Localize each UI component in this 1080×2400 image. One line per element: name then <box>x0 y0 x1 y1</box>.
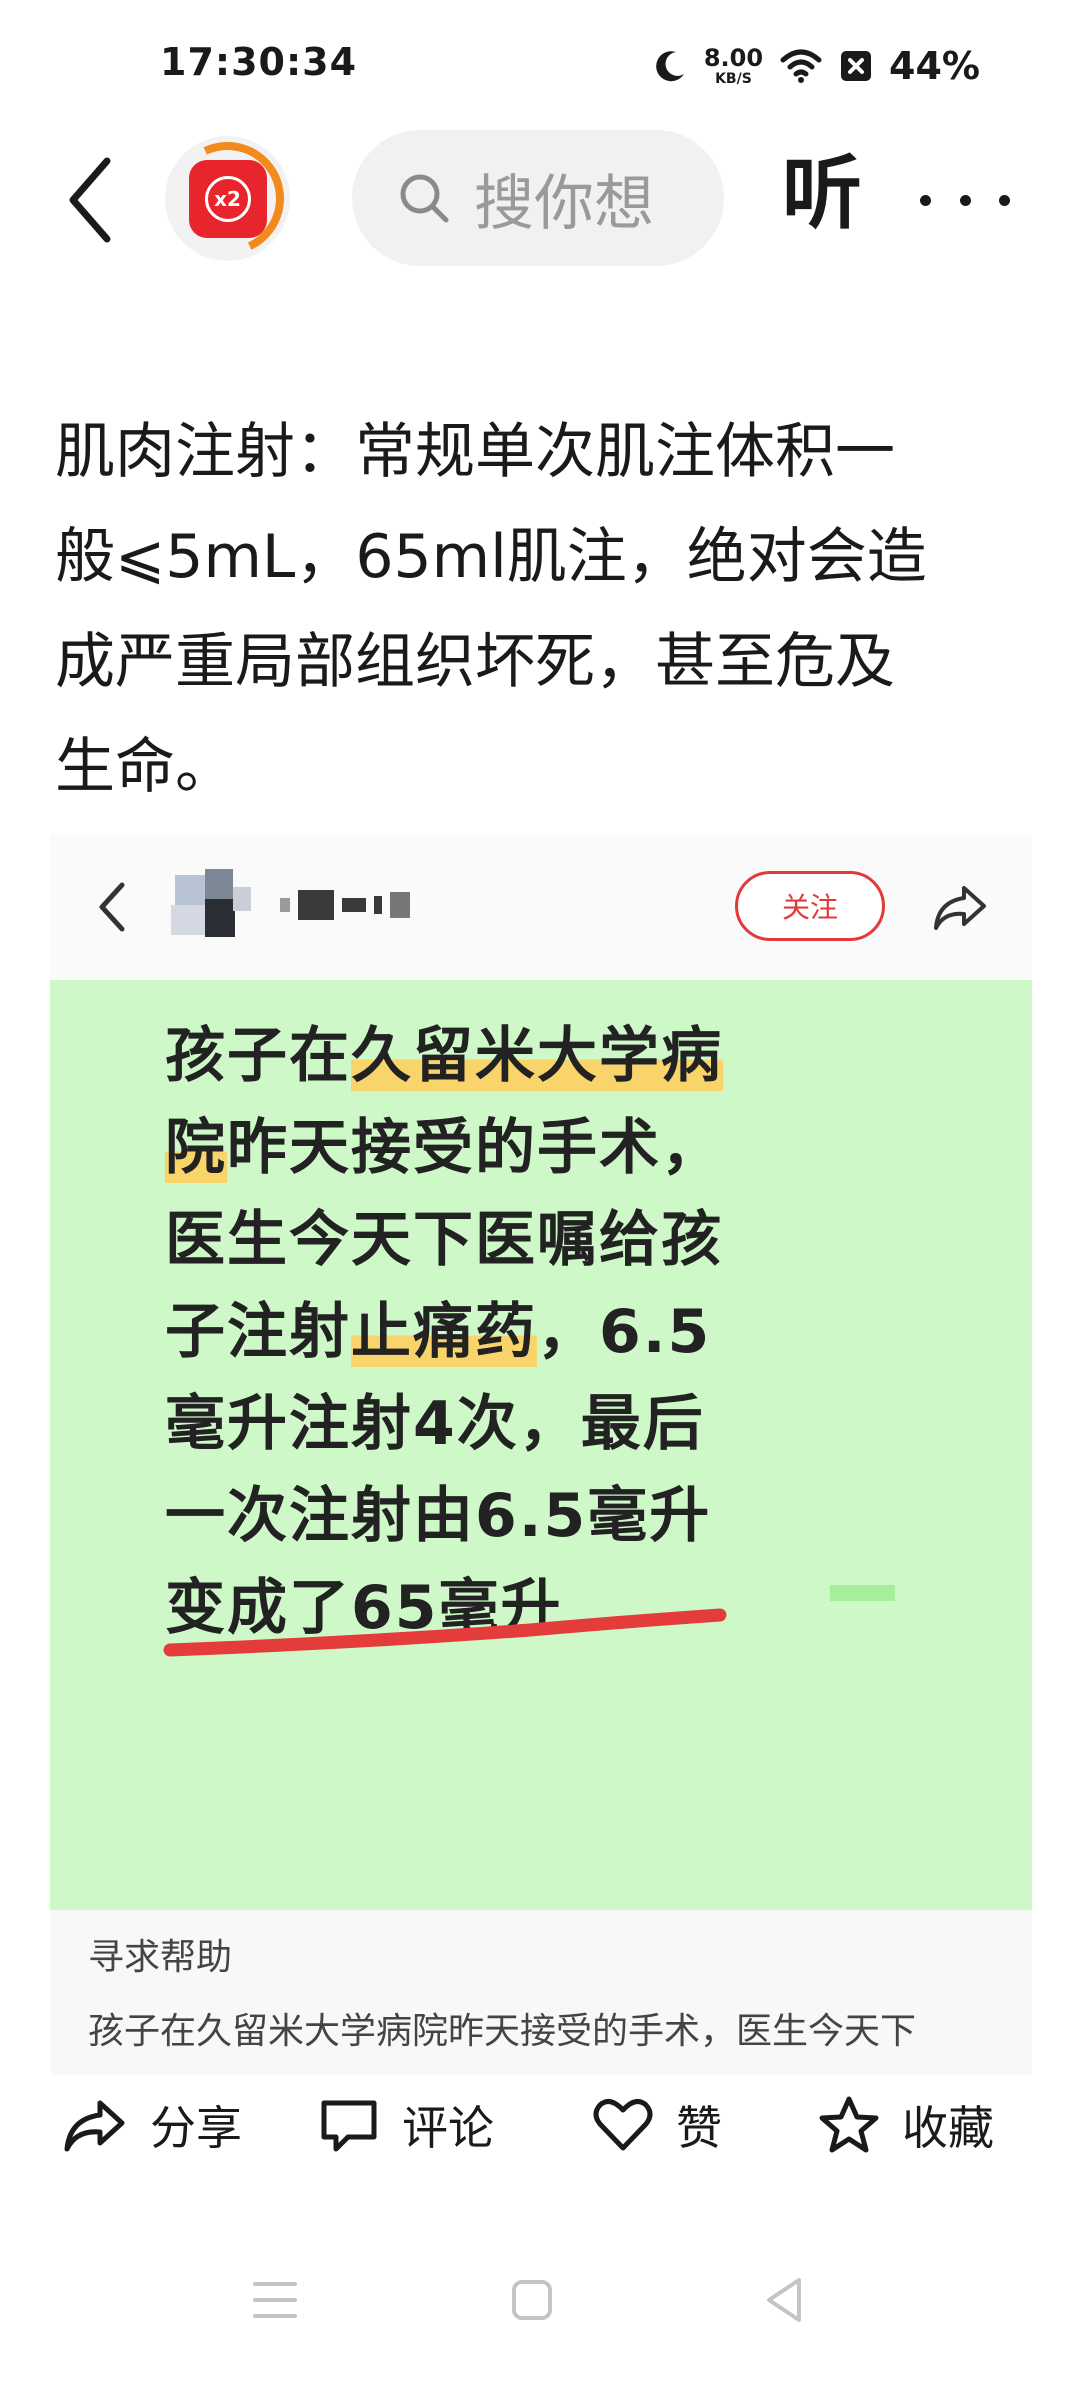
moon-icon <box>655 51 684 82</box>
share-button[interactable]: 分享 <box>62 2085 242 2165</box>
post-content: 孩子在久留米大学病 院昨天接受的手术， 医生今天下医嘱给孩 子注射止痛药，6.5… <box>50 980 1032 1910</box>
more-dot <box>999 194 1010 206</box>
highlighted-text: 久留米大学病 <box>351 1021 723 1091</box>
chevron-left-icon <box>69 157 111 243</box>
post-preview: 孩子在久留米大学病院昨天接受的手术，医生今天下 <box>88 2011 917 2052</box>
article-line: 生命。 <box>55 732 235 802</box>
top-nav: x2 搜你想 听 <box>0 126 1080 271</box>
post-line: 院昨天接受的手术， <box>165 1113 723 1183</box>
listen-button[interactable]: 听 <box>782 154 862 234</box>
status-icons: 8.00 KB/S 44% <box>652 36 980 96</box>
article-line: 肌肉注射：常规单次肌注体积一 <box>55 417 895 487</box>
green-mark <box>830 1585 895 1601</box>
follow-button: 关注 <box>735 871 885 941</box>
comment-label: 评论 <box>402 2101 494 2155</box>
article-line: 成严重局部组织坏死，甚至危及 <box>55 627 895 697</box>
highlighted-text: 院 <box>165 1113 227 1183</box>
menu-icon[interactable] <box>245 2270 305 2330</box>
home-icon[interactable] <box>502 2270 562 2330</box>
more-button[interactable] <box>920 170 1010 230</box>
status-bar: 17:30:34 8.00 KB/S 44% <box>0 0 1080 130</box>
network-speed: 8.00 KB/S <box>703 44 764 87</box>
blurred-avatar <box>165 865 255 945</box>
article-body: 肌肉注射：常规单次肌注体积一 般⩽5mL，65ml肌注，绝对会造 成严重局部组织… <box>55 400 1035 820</box>
star-icon <box>819 2096 879 2153</box>
more-dot <box>920 194 931 206</box>
like-button[interactable]: 赞 <box>592 2085 722 2165</box>
sim-off-icon <box>841 51 872 81</box>
post-text: 孩子在久留米大学病 院昨天接受的手术， 医生今天下医嘱给孩 子注射止痛药，6.5… <box>165 1010 885 1654</box>
embed-back-icon <box>99 882 125 932</box>
post-line: 医生今天下医嘱给孩 <box>165 1205 723 1275</box>
highlighted-text: 止痛药 <box>351 1297 537 1367</box>
post-line: 毫升注射4次，最后 <box>165 1389 705 1459</box>
battery-level: 44% <box>889 44 980 88</box>
embedded-screenshot[interactable]: 关注 孩子在久留米大学病 院昨天接受的手术， 医生今天下医嘱给孩 子注射止痛药，… <box>50 835 1032 2075</box>
article-line: 般⩽5mL，65ml肌注，绝对会造 <box>55 522 927 592</box>
search-icon <box>400 174 449 223</box>
post-line: 孩子在久留米大学病 <box>165 1021 723 1091</box>
comment-icon <box>321 2100 377 2152</box>
search-placeholder: 搜你想 <box>474 168 654 239</box>
share-icon <box>64 2100 125 2152</box>
back-triangle-icon[interactable] <box>755 2270 815 2330</box>
wifi-icon <box>780 49 822 83</box>
favorite-button[interactable]: 收藏 <box>818 2085 994 2165</box>
reward-badge-button[interactable]: x2 <box>155 126 300 271</box>
favorite-label: 收藏 <box>902 2101 994 2155</box>
progress-ring <box>155 126 300 271</box>
more-dot <box>959 194 971 206</box>
red-underline-mark <box>163 1608 727 1657</box>
blurred-username <box>280 885 410 925</box>
search-input[interactable]: 搜你想 <box>352 130 724 266</box>
comment-button[interactable]: 评论 <box>318 2085 494 2165</box>
post-title: 寻求帮助 <box>88 1937 233 1978</box>
status-time: 17:30:34 <box>160 40 358 84</box>
post-line: 子注射止痛药，6.5 <box>165 1297 712 1367</box>
system-nav-bar <box>0 2240 1080 2360</box>
heart-icon <box>593 2098 653 2151</box>
action-bar: 分享 评论 赞 收藏 <box>0 2060 1080 2190</box>
embed-header: 关注 <box>50 835 1032 980</box>
share-label: 分享 <box>150 2101 242 2155</box>
embed-footer: 寻求帮助 孩子在久留米大学病院昨天接受的手术，医生今天下 <box>50 1910 1032 2075</box>
share-icon <box>934 886 986 930</box>
like-label: 赞 <box>676 2101 722 2155</box>
back-button[interactable] <box>50 150 130 250</box>
post-line: 一次注射由6.5毫升 <box>165 1481 712 1551</box>
